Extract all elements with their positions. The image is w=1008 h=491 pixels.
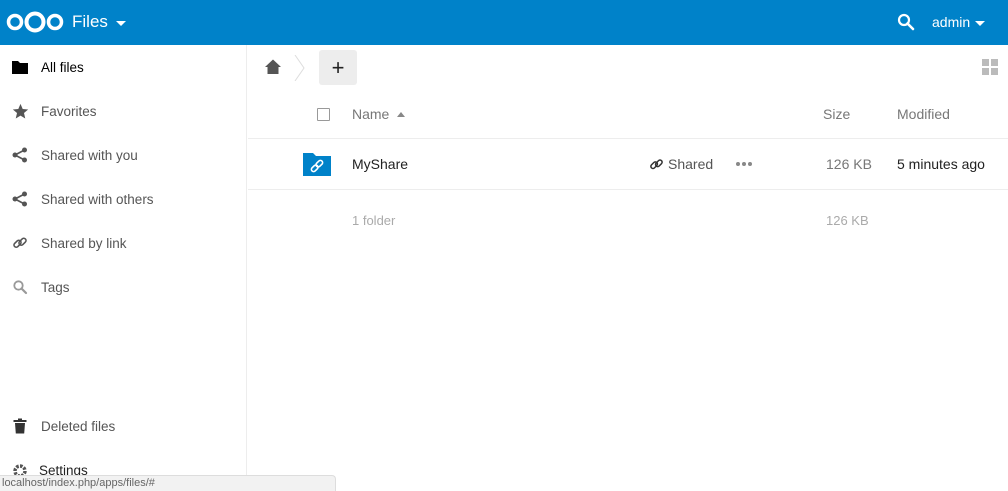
sort-by-modified[interactable]: Modified — [897, 106, 950, 122]
trash-icon — [11, 417, 29, 435]
app-menu-button[interactable]: Files — [72, 12, 126, 32]
summary-folder-count: 1 folder — [352, 213, 396, 228]
sort-by-name[interactable]: Name — [352, 106, 406, 122]
files-controls: + — [248, 45, 1008, 89]
sidebar-item-label: Favorites — [41, 103, 97, 119]
summary-total-size: 126 KB — [826, 213, 869, 228]
file-list-summary: 1 folder 126 KB — [248, 190, 1008, 250]
status-bar-url: localhost/index.php/apps/files/# — [0, 475, 336, 491]
sidebar-item-label: Shared by link — [41, 235, 127, 251]
share-icon — [11, 190, 29, 208]
sidebar-item-tags[interactable]: Tags — [0, 265, 246, 309]
sidebar-item-label: Deleted files — [41, 418, 116, 434]
breadcrumb-separator — [294, 55, 305, 81]
chevron-down-icon — [975, 21, 986, 26]
share-label: Shared — [668, 156, 714, 172]
star-icon — [11, 102, 29, 120]
home-icon[interactable] — [264, 58, 282, 76]
link-icon — [650, 158, 663, 169]
sidebar-item-label: Shared with others — [41, 191, 154, 207]
file-list-header: Name Size Modified — [248, 90, 1008, 139]
grid-view-icon[interactable] — [982, 59, 998, 75]
file-size: 126 KB — [826, 156, 872, 172]
shared-folder-icon — [303, 153, 331, 176]
new-file-button[interactable]: + — [319, 50, 357, 85]
top-header: Files admin — [0, 0, 1008, 45]
link-icon — [11, 234, 29, 252]
sidebar-item-label: All files — [41, 59, 84, 75]
folder-icon — [11, 58, 29, 76]
share-icon — [11, 146, 29, 164]
sidebar-item-label: Shared with you — [41, 147, 138, 163]
user-name: admin — [932, 14, 971, 30]
column-name-label: Name — [352, 106, 390, 122]
sidebar-item-shared-with-you[interactable]: Shared with you — [0, 133, 246, 177]
sidebar-item-shared-by-link[interactable]: Shared by link — [0, 221, 246, 265]
sidebar-item-deleted-files[interactable]: Deleted files — [0, 404, 246, 448]
more-actions-icon[interactable] — [736, 156, 752, 172]
sidebar-item-all-files[interactable]: All files — [0, 45, 246, 89]
chevron-down-icon — [115, 21, 126, 26]
share-button[interactable]: Shared — [649, 156, 713, 172]
search-icon — [11, 278, 29, 296]
search-icon[interactable] — [896, 12, 916, 32]
app-navigation: All files Favorites Shared with you Shar… — [0, 45, 247, 491]
table-row[interactable]: MyShare Shared 126 KB 5 minutes ago — [248, 139, 1008, 190]
sort-ascending-icon — [397, 111, 406, 117]
app-name-label: Files — [72, 12, 108, 31]
file-modified: 5 minutes ago — [897, 156, 985, 172]
sidebar-item-shared-with-others[interactable]: Shared with others — [0, 177, 246, 221]
select-all-checkbox[interactable] — [317, 108, 330, 121]
file-name[interactable]: MyShare — [352, 156, 408, 172]
sidebar-item-label: Tags — [41, 279, 70, 295]
user-menu-button[interactable]: admin — [932, 14, 986, 30]
nextcloud-logo[interactable] — [6, 11, 64, 33]
sort-by-size[interactable]: Size — [823, 106, 850, 122]
sidebar-item-favorites[interactable]: Favorites — [0, 89, 246, 133]
